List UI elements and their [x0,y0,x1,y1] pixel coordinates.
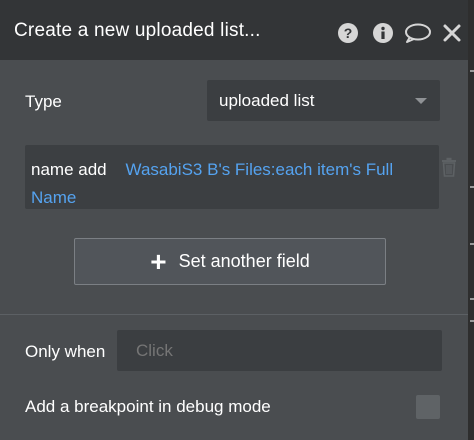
only-when-input[interactable] [117,330,442,371]
trash-icon[interactable] [441,157,457,177]
type-dropdown-value: uploaded list [219,91,315,110]
info-icon[interactable] [372,22,394,44]
edge-mark [470,186,474,188]
plus-icon: + [150,245,167,277]
create-uploaded-list-panel: Create a new uploaded list... ? Type upl… [0,0,474,440]
only-when-label: Only when [25,342,106,361]
section-divider [0,314,468,315]
edge-mark [470,70,474,72]
edge-mark [470,320,474,322]
type-label: Type [25,92,62,111]
field-name: name add [31,160,107,179]
chevron-down-icon [415,98,427,104]
panel-title: Create a new uploaded list... [14,20,261,41]
close-icon[interactable] [441,22,463,44]
field-assignment-row[interactable]: name add WasabiS3 B's Files:each item's … [25,145,439,209]
panel-header: Create a new uploaded list... ? [0,0,468,60]
breakpoint-label: Add a breakpoint in debug mode [25,397,271,416]
type-dropdown[interactable]: uploaded list [207,80,440,121]
comment-icon[interactable] [404,22,432,44]
field-assignment-text: name add WasabiS3 B's Files:each item's … [31,156,431,212]
edge-mark [470,298,474,300]
set-another-field-button[interactable]: + Set another field [74,238,386,285]
edge-mark [470,243,474,245]
set-another-field-label: Set another field [178,251,310,271]
help-icon[interactable]: ? [337,22,359,44]
svg-text:?: ? [344,25,353,41]
breakpoint-checkbox[interactable] [416,395,440,419]
